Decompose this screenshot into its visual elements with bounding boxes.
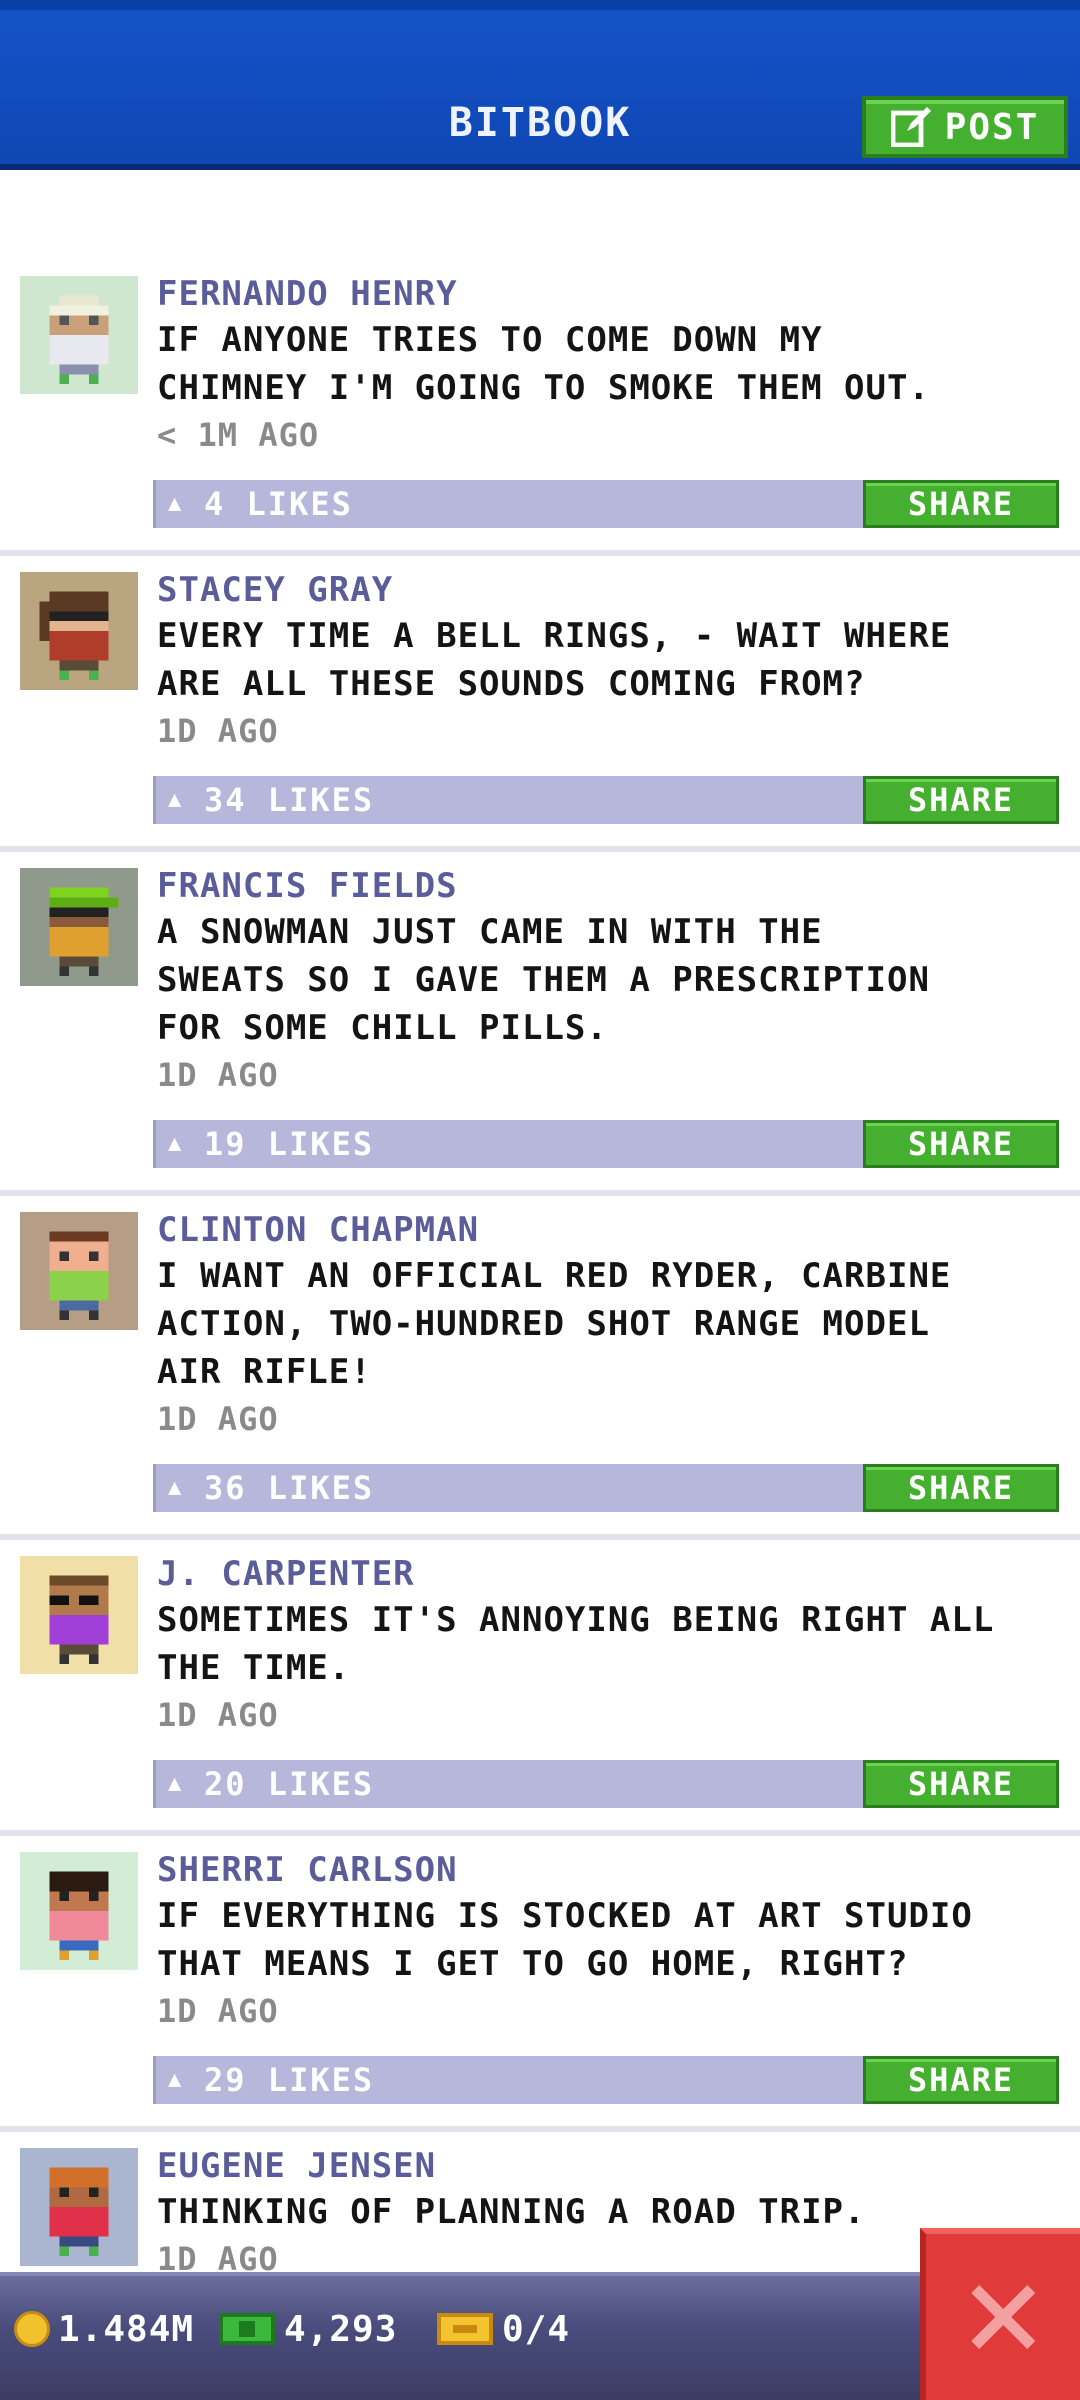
- avatar[interactable]: [20, 1852, 138, 1970]
- like-count: 34 LIKES: [204, 781, 375, 819]
- feed-post: FRANCIS FIELDS A SNOWMAN JUST CAME IN WI…: [0, 852, 1080, 1196]
- like-bar[interactable]: ▲ 29 LIKES SHARE: [153, 2056, 1059, 2104]
- feed-post: FERNANDO HENRY IF ANYONE TRIES TO COME D…: [0, 260, 1080, 556]
- like-count: 20 LIKES: [204, 1765, 375, 1803]
- bux-icon: [219, 2313, 275, 2345]
- post-timestamp: 1D AGO: [157, 1056, 279, 1094]
- thumbs-up-icon: ▲: [168, 491, 182, 516]
- feed-post: SHERRI CARLSON IF EVERYTHING IS STOCKED …: [0, 1836, 1080, 2132]
- like-bar[interactable]: ▲ 20 LIKES SHARE: [153, 1760, 1059, 1808]
- share-button[interactable]: SHARE: [863, 1120, 1059, 1168]
- post-author[interactable]: EUGENE JENSEN: [157, 2144, 1057, 2188]
- feed-post: CLINTON CHAPMAN I WANT AN OFFICIAL RED R…: [0, 1196, 1080, 1540]
- like-bar[interactable]: ▲ 36 LIKES SHARE: [153, 1464, 1059, 1512]
- post-author[interactable]: CLINTON CHAPMAN: [157, 1208, 1057, 1252]
- bux-value: 4,293: [284, 2308, 398, 2350]
- post-button[interactable]: POST: [862, 96, 1068, 158]
- character-icon: [49, 1871, 109, 1961]
- like-bar[interactable]: ▲ 4 LIKES SHARE: [153, 480, 1059, 528]
- thumbs-up-icon: ▲: [168, 2067, 182, 2092]
- share-button[interactable]: SHARE: [863, 1464, 1059, 1512]
- post-message-line: EVERY TIME A BELL RINGS, - WAIT WHERE: [157, 616, 952, 656]
- avatar[interactable]: [20, 1556, 138, 1674]
- post-message-line: FOR SOME CHILL PILLS.: [157, 1008, 608, 1048]
- post-message-line: AIR RIFLE!: [157, 1352, 372, 1392]
- close-icon: [971, 2285, 1035, 2349]
- post-timestamp: 1D AGO: [157, 1400, 279, 1438]
- post-author[interactable]: FRANCIS FIELDS: [157, 864, 1057, 908]
- avatar[interactable]: [20, 868, 138, 986]
- feed-list[interactable]: FERNANDO HENRY IF ANYONE TRIES TO COME D…: [0, 260, 1080, 2282]
- share-button[interactable]: SHARE: [863, 1760, 1059, 1808]
- post-timestamp: < 1M AGO: [157, 416, 320, 454]
- coin-icon: [14, 2311, 50, 2347]
- app-header: BITBOOK POST: [0, 0, 1080, 170]
- post-message-line: THE TIME.: [157, 1648, 351, 1688]
- avatar[interactable]: [20, 2148, 138, 2266]
- post-message-line: ACTION, TWO-HUNDRED SHOT RANGE MODEL: [157, 1304, 930, 1344]
- share-button[interactable]: SHARE: [863, 480, 1059, 528]
- resource-bar: 1.484M 4,293 0/4: [0, 2272, 1080, 2400]
- avatar[interactable]: [20, 572, 138, 690]
- post-message-line: IF EVERYTHING IS STOCKED AT ART STUDIO: [157, 1896, 973, 1936]
- thumbs-up-icon: ▲: [168, 1771, 182, 1796]
- post-message-line: ARE ALL THESE SOUNDS COMING FROM?: [157, 664, 866, 704]
- post-timestamp: 1D AGO: [157, 1696, 279, 1734]
- close-button[interactable]: [920, 2228, 1080, 2400]
- feed-post: J. CARPENTER SOMETIMES IT'S ANNOYING BEI…: [0, 1540, 1080, 1836]
- post-author[interactable]: STACEY GRAY: [157, 568, 1057, 612]
- like-bar[interactable]: ▲ 19 LIKES SHARE: [153, 1120, 1059, 1168]
- post-message-line: SWEATS SO I GAVE THEM A PRESCRIPTION: [157, 960, 930, 1000]
- post-message-line: CHIMNEY I'M GOING TO SMOKE THEM OUT.: [157, 368, 930, 408]
- post-message-line: THAT MEANS I GET TO GO HOME, RIGHT?: [157, 1944, 909, 1984]
- character-icon: [49, 1231, 109, 1321]
- bux-stat[interactable]: 4,293: [218, 2304, 397, 2354]
- feed-post: EUGENE JENSEN THINKING OF PLANNING A ROA…: [0, 2132, 1080, 2282]
- like-count: 29 LIKES: [204, 2061, 375, 2099]
- coins-value: 1.484M: [58, 2308, 195, 2350]
- thumbs-up-icon: ▲: [168, 1475, 182, 1500]
- tickets-value: 0/4: [502, 2308, 571, 2350]
- post-timestamp: 1D AGO: [157, 712, 279, 750]
- character-icon: [49, 1575, 109, 1665]
- thumbs-up-icon: ▲: [168, 1131, 182, 1156]
- like-bar[interactable]: ▲ 34 LIKES SHARE: [153, 776, 1059, 824]
- coins-stat[interactable]: 1.484M: [14, 2304, 194, 2354]
- ticket-icon: [437, 2313, 493, 2345]
- share-button[interactable]: SHARE: [863, 776, 1059, 824]
- post-timestamp: 1D AGO: [157, 1992, 279, 2030]
- share-button[interactable]: SHARE: [863, 2056, 1059, 2104]
- post-message-line: I WANT AN OFFICIAL RED RYDER, CARBINE: [157, 1256, 952, 1296]
- character-icon: [49, 295, 109, 385]
- post-message-line: A SNOWMAN JUST CAME IN WITH THE: [157, 912, 823, 952]
- avatar[interactable]: [20, 1212, 138, 1330]
- post-author[interactable]: SHERRI CARLSON: [157, 1848, 1057, 1892]
- post-button-label: POST: [944, 106, 1040, 148]
- like-count: 4 LIKES: [204, 485, 353, 523]
- like-count: 36 LIKES: [204, 1469, 375, 1507]
- post-message-line: IF ANYONE TRIES TO COME DOWN MY: [157, 320, 823, 360]
- character-icon: [39, 591, 109, 681]
- character-icon: [49, 887, 119, 977]
- avatar[interactable]: [20, 276, 138, 394]
- post-author[interactable]: FERNANDO HENRY: [157, 272, 1057, 316]
- like-count: 19 LIKES: [204, 1125, 375, 1163]
- post-author[interactable]: J. CARPENTER: [157, 1552, 1057, 1596]
- post-message-line: SOMETIMES IT'S ANNOYING BEING RIGHT ALL: [157, 1600, 995, 1640]
- tickets-stat[interactable]: 0/4: [436, 2304, 570, 2354]
- feed-post: STACEY GRAY EVERY TIME A BELL RINGS, - W…: [0, 556, 1080, 852]
- character-icon: [49, 2167, 109, 2257]
- edit-icon: [890, 107, 931, 147]
- thumbs-up-icon: ▲: [168, 787, 182, 812]
